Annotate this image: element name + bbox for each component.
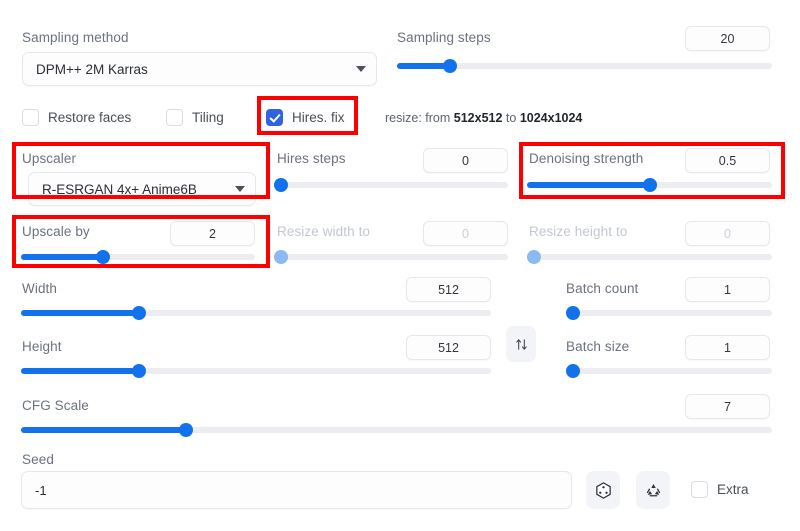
sampling-steps-value[interactable]: 20: [685, 26, 770, 51]
chevron-down-icon: [235, 186, 245, 192]
upscale-by-label: Upscale by: [22, 224, 90, 239]
slider-knob[interactable]: [642, 178, 657, 192]
slider-knob[interactable]: [566, 306, 580, 320]
batch-size-slider[interactable]: [566, 364, 772, 378]
upscaler-label: Upscaler: [22, 151, 77, 166]
extra-label: Extra: [717, 482, 749, 497]
reuse-seed-button[interactable]: [636, 471, 670, 509]
seed-label: Seed: [22, 452, 54, 467]
chevron-down-icon: [356, 66, 366, 72]
swap-dimensions-button[interactable]: [506, 326, 536, 362]
height-slider[interactable]: [21, 364, 491, 378]
hires-fix-checkbox-row[interactable]: Hires. fix: [266, 109, 345, 126]
slider-fill: [21, 427, 187, 433]
slider-track: [566, 310, 772, 316]
slider-knob[interactable]: [95, 250, 110, 264]
denoising-strength-slider[interactable]: [527, 178, 772, 192]
dice-randomize-icon: [595, 481, 611, 499]
width-value[interactable]: 512: [406, 277, 491, 302]
slider-knob[interactable]: [442, 59, 457, 73]
slider-fill: [21, 310, 139, 316]
sampling-method-label: Sampling method: [22, 30, 129, 45]
cfg-scale-value[interactable]: 7: [685, 394, 770, 419]
randomize-seed-button[interactable]: [586, 471, 620, 509]
hires-fix-label: Hires. fix: [292, 110, 345, 125]
hires-steps-slider[interactable]: [274, 178, 508, 192]
resize-note-middle: to: [502, 111, 520, 125]
height-value[interactable]: 512: [406, 335, 491, 360]
slider-fill: [527, 182, 650, 188]
denoising-strength-value[interactable]: 0.5: [685, 148, 770, 173]
resize-width-value[interactable]: 0: [423, 221, 508, 246]
sampling-method-value: DPM++ 2M Karras: [36, 61, 148, 77]
slider-track: [566, 368, 772, 374]
restore-faces-checkbox-row[interactable]: Restore faces: [22, 109, 131, 126]
slider-fill: [21, 254, 103, 260]
resize-note-to: 1024x1024: [519, 111, 583, 125]
tiling-checkbox[interactable]: [166, 109, 183, 126]
upscaler-value: R-ESRGAN 4x+ Anime6B: [42, 181, 197, 197]
slider-knob[interactable]: [566, 364, 580, 378]
resize-width-label: Resize width to: [277, 224, 371, 239]
cfg-scale-slider[interactable]: [21, 423, 772, 437]
batch-size-value[interactable]: 1: [685, 335, 770, 360]
sampling-steps-label: Sampling steps: [397, 30, 491, 45]
slider-knob[interactable]: [274, 178, 288, 192]
cfg-scale-label: CFG Scale: [22, 398, 89, 413]
swap-dimensions-icon: [515, 338, 527, 350]
resize-height-value[interactable]: 0: [685, 221, 770, 246]
height-label: Height: [22, 339, 62, 354]
slider-knob[interactable]: [274, 250, 288, 264]
resize-height-label: Resize height to: [529, 224, 628, 239]
extra-checkbox-row[interactable]: Extra: [691, 481, 749, 498]
width-slider[interactable]: [21, 306, 491, 320]
batch-count-value[interactable]: 1: [685, 277, 770, 302]
slider-track: [274, 254, 508, 260]
resize-width-slider[interactable]: [274, 250, 508, 264]
hires-steps-value[interactable]: 0: [423, 148, 508, 173]
recycle-reuse-seed-icon: [646, 483, 660, 496]
upscale-by-slider[interactable]: [21, 250, 255, 264]
batch-count-label: Batch count: [566, 281, 639, 296]
slider-knob[interactable]: [179, 423, 194, 437]
batch-count-slider[interactable]: [566, 306, 772, 320]
denoising-strength-label: Denoising strength: [529, 151, 644, 166]
slider-track: [274, 182, 508, 188]
restore-faces-checkbox[interactable]: [22, 109, 39, 126]
slider-track: [527, 254, 772, 260]
restore-faces-label: Restore faces: [48, 110, 132, 125]
resize-note-prefix: resize: from: [385, 111, 454, 125]
extra-checkbox[interactable]: [691, 481, 708, 498]
sampling-steps-slider[interactable]: [397, 59, 772, 73]
slider-fill: [21, 368, 139, 374]
resize-summary-note: resize: from 512x512 to 1024x1024: [385, 111, 582, 125]
seed-input[interactable]: -1: [21, 471, 572, 509]
tiling-checkbox-row[interactable]: Tiling: [166, 109, 224, 126]
resize-height-slider[interactable]: [527, 250, 772, 264]
sampling-method-dropdown[interactable]: DPM++ 2M Karras: [22, 52, 377, 86]
tiling-label: Tiling: [192, 110, 224, 125]
slider-knob[interactable]: [131, 306, 146, 320]
sd-webui-generation-settings-panel: Sampling method DPM++ 2M Karras Sampling…: [0, 0, 800, 531]
width-label: Width: [22, 281, 58, 296]
slider-knob[interactable]: [527, 250, 541, 264]
resize-note-from: 512x512: [453, 111, 503, 125]
hires-fix-checkbox[interactable]: [266, 109, 283, 126]
batch-size-label: Batch size: [566, 339, 630, 354]
hires-steps-label: Hires steps: [277, 151, 346, 166]
upscaler-dropdown[interactable]: R-ESRGAN 4x+ Anime6B: [28, 172, 256, 206]
upscale-by-value[interactable]: 2: [170, 221, 255, 246]
slider-knob[interactable]: [131, 364, 146, 378]
